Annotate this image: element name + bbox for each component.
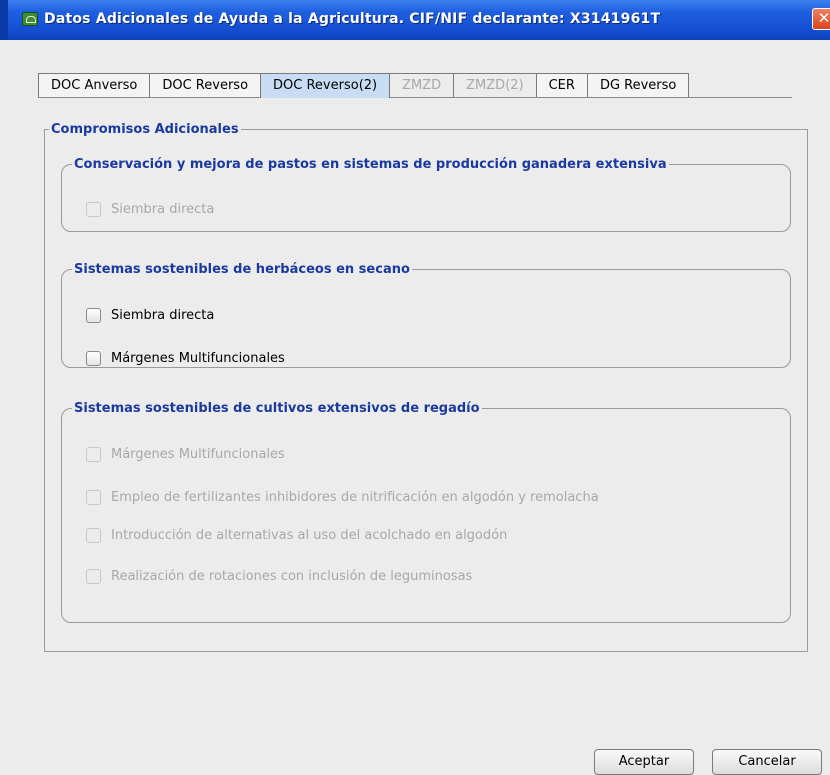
checkbox [86,201,101,217]
checkbox-label: Introducción de alternativas al uso del … [111,527,508,543]
window-title: Datos Adicionales de Ayuda a la Agricult… [44,11,661,27]
checkbox [86,446,101,462]
tab-doc-reverso[interactable]: DOC Reverso [149,73,262,98]
checkbox-row[interactable]: Márgenes Multifuncionales [86,349,285,367]
checkbox-label[interactable]: Siembra directa [111,308,214,323]
tab-doc-reverso-2[interactable]: DOC Reverso(2) [260,73,391,98]
tab-cer[interactable]: CER [535,73,588,98]
checkbox-row: Márgenes Multifuncionales [86,445,285,463]
title-bar[interactable]: Datos Adicionales de Ayuda a la Agricult… [0,0,830,40]
cancel-button[interactable]: Cancelar [712,749,822,775]
checkbox-row[interactable]: Siembra directa [86,306,214,324]
tab-bar: DOC Anverso DOC Reverso DOC Reverso(2) Z… [38,73,690,98]
tab-divider [38,97,792,98]
tab-dg-reverso[interactable]: DG Reverso [586,73,690,98]
group-title: Sistemas sostenibles de herbáceos en sec… [74,262,410,277]
checkbox[interactable] [86,307,101,323]
checkbox[interactable] [86,350,101,366]
checkbox [86,489,101,505]
app-icon [22,12,38,26]
dialog-window: Datos Adicionales de Ayuda a la Agricult… [0,0,830,775]
checkbox [86,527,101,543]
section-title: Compromisos Adicionales [51,122,239,137]
group-pastos: Conservación y mejora de pastos en siste… [61,157,791,232]
accept-button[interactable]: Aceptar [594,749,694,775]
checkbox-row: Siembra directa [86,200,214,218]
tab-doc-anverso[interactable]: DOC Anverso [38,73,151,98]
group-herbaceos-secano: Sistemas sostenibles de herbáceos en sec… [61,262,791,368]
checkbox-label: Márgenes Multifuncionales [111,446,285,462]
close-button[interactable]: ✕ [812,8,830,30]
tab-zmzd: ZMZD [389,73,455,98]
group-title: Conservación y mejora de pastos en siste… [74,157,667,172]
checkbox-row: Empleo de fertilizantes inhibidores de n… [86,488,599,506]
checkbox-label[interactable]: Márgenes Multifuncionales [111,351,285,366]
group-extensivos-regadio: Sistemas sostenibles de cultivos extensi… [61,401,791,623]
checkbox-row: Introducción de alternativas al uso del … [86,526,507,544]
checkbox-label: Realización de rotaciones con inclusión … [111,568,473,584]
checkbox-row: Realización de rotaciones con inclusión … [86,567,472,585]
checkbox-label: Empleo de fertilizantes inhibidores de n… [111,489,599,505]
tab-zmzd-2: ZMZD(2) [453,73,537,98]
group-title: Sistemas sostenibles de cultivos extensi… [74,401,480,416]
checkbox-label: Siembra directa [111,201,215,217]
checkbox [86,568,101,584]
